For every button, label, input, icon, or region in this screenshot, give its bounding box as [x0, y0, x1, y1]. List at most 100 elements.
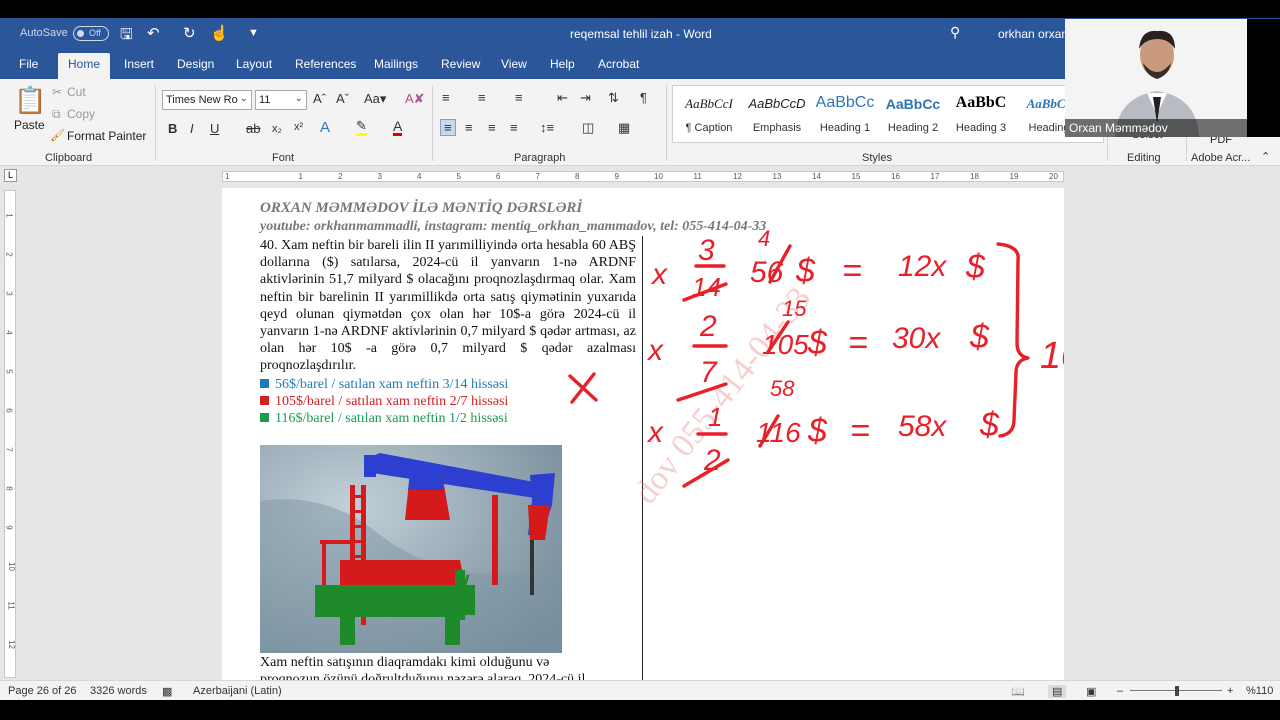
ink-annotations[interactable]: x 3 14 56 4 $ = 12x $ x 2 7 105 15 $ = 3…: [222, 188, 1064, 680]
tab-selector[interactable]: L: [4, 169, 17, 182]
style-emphasis[interactable]: AaBbCcD Emphasis: [743, 86, 811, 142]
tab-file[interactable]: File: [19, 57, 38, 71]
borders-icon[interactable]: ▦: [618, 120, 630, 136]
cut-button[interactable]: Cut: [67, 85, 86, 99]
bold-icon[interactable]: B: [168, 121, 177, 136]
zoom-out-icon[interactable]: –: [1117, 685, 1123, 697]
tab-review[interactable]: Review: [441, 57, 480, 71]
sort-icon[interactable]: ⇅: [608, 90, 619, 106]
divider: [155, 85, 156, 161]
clear-formatting-icon[interactable]: A✘: [405, 91, 425, 107]
proofing-icon[interactable]: ▩: [162, 685, 172, 698]
tab-references[interactable]: References: [295, 57, 356, 71]
superscript-icon[interactable]: x²: [294, 121, 303, 133]
style-heading-2[interactable]: AaBbCc Heading 2: [879, 86, 947, 142]
style-preview: AaBbCcD: [748, 96, 806, 111]
ink-den-row2: 7: [700, 356, 718, 389]
change-case-icon[interactable]: Aa▾: [364, 91, 386, 107]
zoom-in-icon[interactable]: +: [1227, 685, 1233, 697]
align-right-icon[interactable]: ≡: [488, 120, 496, 135]
ruler-number: 5: [456, 172, 461, 181]
collapse-ribbon-icon[interactable]: ⌃: [1261, 150, 1270, 163]
save-icon[interactable]: 🖫: [120, 24, 133, 49]
vertical-ruler[interactable]: 1 2 3 4 5 6 7 8 9 10 11 12: [4, 190, 16, 678]
strikethrough-icon[interactable]: ab: [246, 121, 260, 136]
tab-view[interactable]: View: [501, 57, 527, 71]
ink-dollar-row2: $: [807, 324, 828, 362]
tab-insert[interactable]: Insert: [124, 57, 154, 71]
copy-button[interactable]: Copy: [67, 107, 95, 121]
highlight-icon[interactable]: ✎: [356, 119, 367, 136]
divider: [666, 85, 667, 161]
font-color-icon[interactable]: A: [393, 119, 403, 136]
status-bar: Page 26 of 26 3326 words ▩ Azerbaijani (…: [0, 680, 1280, 700]
grow-font-icon[interactable]: Aˆ: [313, 91, 326, 106]
vertical-scrollbar[interactable]: [1266, 188, 1280, 680]
vruler-number: 5: [4, 369, 14, 374]
align-center-icon[interactable]: ≡: [465, 120, 473, 135]
format-painter-icon[interactable]: 🖌: [50, 128, 65, 142]
font-name-combo[interactable]: Times New Ro ⌄: [162, 90, 252, 110]
user-name[interactable]: orkhan orxan: [998, 27, 1068, 41]
ruler-number: 4: [417, 172, 422, 181]
underline-icon[interactable]: U: [210, 121, 219, 136]
tab-help[interactable]: Help: [550, 57, 575, 71]
font-group-label: Font: [272, 152, 295, 164]
tab-acrobat[interactable]: Acrobat: [598, 57, 639, 71]
zoom-slider-thumb[interactable]: [1175, 686, 1179, 696]
customize-qat-icon[interactable]: ▼: [248, 27, 259, 39]
style-heading-1[interactable]: AaBbCc Heading 1: [811, 86, 879, 142]
style-caption[interactable]: AaBbCcI ¶ Caption: [675, 86, 743, 142]
style-name: Heading 2: [887, 122, 939, 134]
subscript-icon[interactable]: x₂: [272, 123, 282, 135]
redo-icon[interactable]: ↻: [183, 24, 196, 42]
shrink-font-icon[interactable]: Aˇ: [336, 91, 349, 106]
paragraph-group-label: Paragraph: [514, 152, 566, 164]
align-left-icon[interactable]: ≡: [440, 119, 456, 136]
vruler-number: 2: [4, 252, 14, 257]
word-count[interactable]: 3326 words: [90, 685, 147, 697]
read-mode-icon[interactable]: 📖: [1011, 685, 1025, 698]
numbering-icon[interactable]: ≡: [478, 90, 486, 105]
show-formatting-icon[interactable]: ¶: [640, 90, 647, 105]
search-icon[interactable]: ⚲: [950, 24, 960, 41]
zoom-level[interactable]: %110: [1246, 685, 1273, 697]
touch-mode-icon[interactable]: ☝: [210, 24, 229, 42]
shading-icon[interactable]: ◫: [582, 120, 594, 136]
font-size-combo[interactable]: 11 ⌄: [255, 90, 307, 110]
page-count[interactable]: Page 26 of 26: [8, 685, 77, 697]
decrease-indent-icon[interactable]: ⇤: [557, 90, 568, 106]
tab-home[interactable]: Home: [58, 53, 111, 79]
justify-icon[interactable]: ≡: [510, 120, 518, 135]
language[interactable]: Azerbaijani (Latin): [193, 685, 282, 697]
style-heading-3[interactable]: AaBbC Heading 3: [947, 86, 1015, 142]
web-layout-icon[interactable]: ▣: [1086, 685, 1096, 698]
ruler-bar[interactable]: 1 1 2 3 4 5 6 7 8 9 10 11 12 13 14 15 16 17 18 19 20: [222, 171, 1064, 182]
format-painter-button[interactable]: Format Painter: [67, 129, 146, 143]
paste-button[interactable]: Paste: [14, 118, 45, 132]
style-preview: AaBbCc: [885, 96, 941, 112]
tab-layout[interactable]: Layout: [236, 57, 272, 71]
document-page[interactable]: ORXAN MƏMMƏDOV İLƏ MƏNTİQ DƏRSLƏRİ youtu…: [222, 188, 1064, 680]
multilevel-list-icon[interactable]: ≡: [515, 90, 523, 105]
autosave-toggle[interactable]: Off: [73, 26, 109, 41]
paste-icon[interactable]: 📋: [14, 85, 46, 116]
clipboard-group-label: Clipboard: [45, 152, 93, 164]
copy-icon[interactable]: ⧉: [52, 107, 61, 122]
cut-icon[interactable]: ✂: [52, 85, 62, 99]
italic-icon[interactable]: I: [190, 121, 194, 136]
tab-design[interactable]: Design: [177, 57, 214, 71]
print-layout-icon[interactable]: ▤: [1048, 685, 1067, 698]
increase-indent-icon[interactable]: ⇥: [580, 90, 591, 106]
word-window: AutoSave Off 🖫 ↶ ↻ ☝ ▼ reqemsal tehlil i…: [0, 0, 1280, 720]
tab-mailings[interactable]: Mailings: [374, 57, 418, 71]
text-effects-icon[interactable]: A: [320, 119, 330, 136]
ruler-number: 9: [614, 172, 619, 181]
adobe-group-label: Adobe Acr...: [1191, 152, 1251, 164]
line-spacing-icon[interactable]: ↕≡: [540, 120, 554, 135]
undo-icon[interactable]: ↶: [147, 24, 160, 42]
divider: [432, 85, 433, 161]
ink-dollar-row1: $: [795, 252, 816, 290]
horizontal-ruler: L 1 1 2 3 4 5 6 7 8 9 10 11 12 13 14 15 16 17 18 19 20: [0, 166, 1280, 186]
bullets-icon[interactable]: ≡: [442, 90, 450, 105]
